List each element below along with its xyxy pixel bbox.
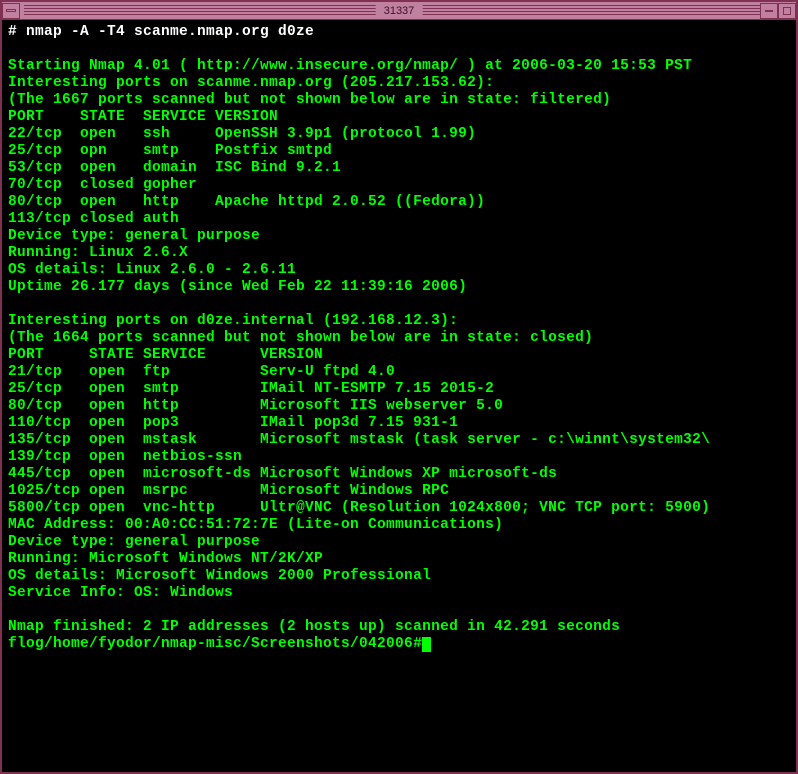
host1-os-details: OS details: Linux 2.6.0 - 2.6.11 (8, 262, 296, 278)
host1-port-25: 25/tcp opn smtp Postfix smtpd (8, 143, 332, 159)
host2-port-21: 21/tcp open ftp Serv-U ftpd 4.0 (8, 364, 395, 380)
host1-port-70: 70/tcp closed gopher (8, 177, 197, 193)
host1-running: Running: Linux 2.6.X (8, 245, 188, 261)
host2-mac: MAC Address: 00:A0:CC:51:72:7E (Lite-on … (8, 517, 503, 533)
host1-port-80: 80/tcp open http Apache httpd 2.0.52 ((F… (8, 194, 485, 210)
host2-port-110: 110/tcp open pop3 IMail pop3d 7.15 931-1 (8, 415, 458, 431)
host1-port-113: 113/tcp closed auth (8, 211, 179, 227)
shell-prompt: flog/home/fyodor/nmap-misc/Screenshots/0… (8, 636, 422, 652)
host1-columns: PORT STATE SERVICE VERSION (8, 109, 278, 125)
host2-port-25: 25/tcp open smtp IMail NT-ESMTP 7.15 201… (8, 381, 494, 397)
host1-port-22: 22/tcp open ssh OpenSSH 3.9p1 (protocol … (8, 126, 476, 142)
command-line: nmap -A -T4 scanme.nmap.org d0ze (26, 24, 314, 40)
host1-uptime: Uptime 26.177 days (since Wed Feb 22 11:… (8, 279, 467, 295)
maximize-button[interactable] (778, 3, 796, 19)
host2-os-details: OS details: Microsoft Windows 2000 Profe… (8, 568, 431, 584)
maximize-icon (783, 7, 791, 15)
system-menu-icon (6, 9, 16, 12)
minimize-icon (765, 10, 773, 12)
host2-filtered: (The 1664 ports scanned but not shown be… (8, 330, 593, 346)
host2-port-5800: 5800/tcp open vnc-http Ultr@VNC (Resolut… (8, 500, 710, 516)
cursor (422, 637, 431, 652)
host2-port-135: 135/tcp open mstask Microsoft mstask (ta… (8, 432, 710, 448)
window-title: 31337 (376, 5, 423, 17)
terminal-output[interactable]: # nmap -A -T4 scanme.nmap.org d0ze Start… (2, 20, 796, 772)
host2-service-info: Service Info: OS: Windows (8, 585, 233, 601)
host1-filtered: (The 1667 ports scanned but not shown be… (8, 92, 611, 108)
host2-port-80: 80/tcp open http Microsoft IIS webserver… (8, 398, 503, 414)
host2-header: Interesting ports on d0ze.internal (192.… (8, 313, 458, 329)
host2-port-1025: 1025/tcp open msrpc Microsoft Windows RP… (8, 483, 449, 499)
nmap-finish-line: Nmap finished: 2 IP addresses (2 hosts u… (8, 619, 620, 635)
host2-device-type: Device type: general purpose (8, 534, 260, 550)
host2-columns: PORT STATE SERVICE VERSION (8, 347, 323, 363)
host2-running: Running: Microsoft Windows NT/2K/XP (8, 551, 323, 567)
host1-device-type: Device type: general purpose (8, 228, 260, 244)
host2-port-445: 445/tcp open microsoft-ds Microsoft Wind… (8, 466, 557, 482)
titlebar[interactable]: 31337 (2, 2, 796, 20)
system-menu-button[interactable] (2, 3, 20, 19)
prompt: # (8, 24, 26, 40)
terminal-window: 31337 # nmap -A -T4 scanme.nmap.org d0ze… (0, 0, 798, 774)
host1-header: Interesting ports on scanme.nmap.org (20… (8, 75, 494, 91)
nmap-start-line: Starting Nmap 4.01 ( http://www.insecure… (8, 58, 692, 74)
host2-port-139: 139/tcp open netbios-ssn (8, 449, 242, 465)
minimize-button[interactable] (760, 3, 778, 19)
window-buttons (760, 3, 796, 19)
host1-port-53: 53/tcp open domain ISC Bind 9.2.1 (8, 160, 341, 176)
